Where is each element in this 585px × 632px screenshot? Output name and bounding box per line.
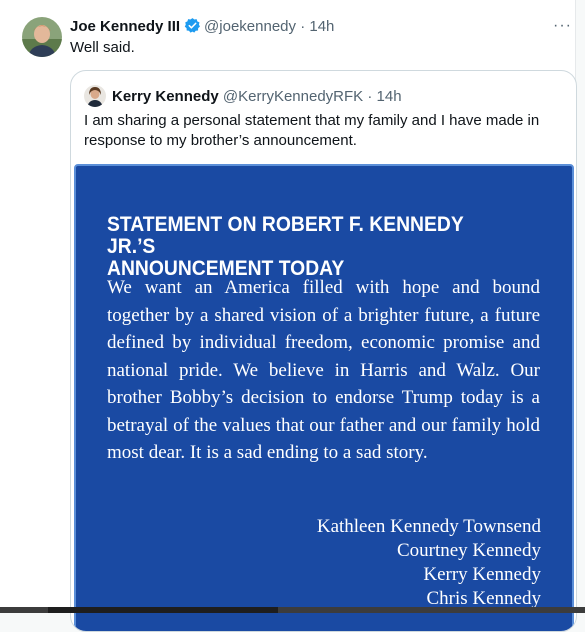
quoted-tweet-text: I am sharing a personal statement that m… — [84, 112, 540, 149]
statement-title-line: STATEMENT ON ROBERT F. KENNEDY JR.’S — [107, 213, 464, 258]
separator-dot: · — [300, 18, 306, 35]
tweet-text: Well said. — [70, 39, 135, 56]
statement-image[interactable]: STATEMENT ON ROBERT F. KENNEDY JR.’S ANN… — [74, 164, 574, 631]
tweet-header: Joe Kennedy III @joekennedy · 14h — [70, 17, 334, 40]
quoted-author-handle[interactable]: @KerryKennedyRFK — [223, 88, 363, 105]
author-avatar[interactable] — [22, 17, 62, 57]
statement-signatures: Kathleen Kennedy Townsend Courtney Kenne… — [317, 515, 541, 611]
more-options-icon[interactable]: ··· — [553, 17, 572, 35]
signature-line: Courtney Kennedy — [396, 540, 541, 561]
quoted-author-name[interactable]: Kerry Kennedy — [112, 88, 219, 105]
author-name[interactable]: Joe Kennedy III — [70, 18, 180, 35]
signature-line: Kerry Kennedy — [423, 564, 541, 585]
quoted-separator-dot: · — [367, 88, 373, 105]
quoted-tweet[interactable]: Kerry Kennedy @KerryKennedyRFK · 14h I a… — [70, 70, 577, 632]
verified-badge-icon — [184, 17, 201, 40]
taskbar-segment — [48, 607, 278, 613]
taskbar-strip — [0, 607, 585, 613]
quoted-tweet-header: Kerry Kennedy @KerryKennedyRFK · 14h — [112, 87, 402, 107]
statement-title: STATEMENT ON ROBERT F. KENNEDY JR.’S ANN… — [107, 214, 512, 280]
quoted-author-avatar[interactable] — [84, 85, 106, 107]
signature-line: Kathleen Kennedy Townsend — [316, 516, 541, 537]
statement-body: We want an America filled with hope and … — [107, 277, 540, 463]
tweet-card[interactable]: Joe Kennedy III @joekennedy · 14h ··· Wel… — [0, 0, 577, 632]
author-handle[interactable]: @joekennedy — [204, 18, 296, 35]
tweet-timestamp[interactable]: 14h — [309, 18, 334, 35]
quoted-timestamp[interactable]: 14h — [377, 88, 402, 105]
